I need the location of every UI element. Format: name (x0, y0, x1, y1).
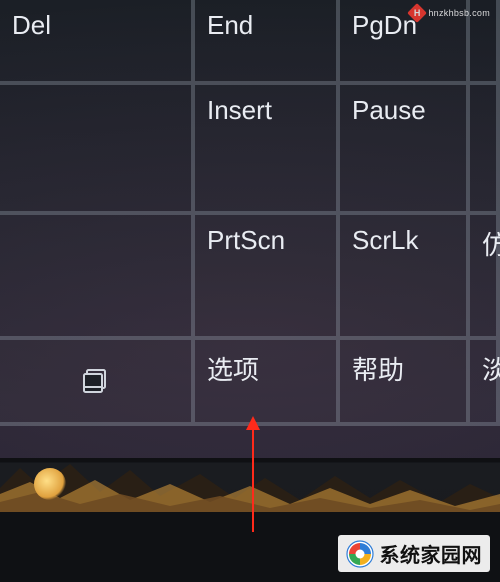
key-blank-r1c0[interactable] (0, 85, 195, 215)
watermark-top: H hnzkhbsb.com (410, 6, 490, 20)
key-end[interactable]: End (195, 0, 340, 85)
key-label: PrtScn (207, 225, 285, 256)
key-label: PgDn (352, 10, 417, 41)
key-sliver-r3[interactable]: 淡 (470, 340, 500, 426)
watermark-bottom: 系统家园网 (338, 535, 491, 572)
key-label: ScrLk (352, 225, 418, 256)
key-label: 帮助 (352, 350, 404, 387)
dock-icon (12, 350, 179, 412)
key-insert[interactable]: Insert (195, 85, 340, 215)
on-screen-keyboard: Del End PgDn Insert Pause PrtScn (0, 0, 500, 460)
key-label: Insert (207, 95, 272, 126)
key-dock[interactable] (0, 340, 195, 426)
key-prtscn[interactable]: PrtScn (195, 215, 340, 340)
key-label: Pause (352, 95, 426, 126)
key-scrlk[interactable]: ScrLk (340, 215, 470, 340)
key-del[interactable]: Del (0, 0, 195, 85)
key-label: Del (12, 10, 51, 41)
desktop-background-strip (0, 458, 500, 516)
key-blank-r2c0[interactable] (0, 215, 195, 340)
watermark-top-badge-icon: H (407, 3, 427, 23)
key-sliver-r2[interactable]: 仿 (470, 215, 500, 340)
key-help[interactable]: 帮助 (340, 340, 470, 426)
key-label: 选项 (207, 350, 259, 387)
key-label: 淡 (482, 350, 500, 387)
key-label: End (207, 10, 253, 41)
key-sliver-r1[interactable] (470, 85, 500, 215)
watermark-bottom-text: 系统家园网 (380, 539, 483, 568)
mountain-silhouette (0, 458, 500, 516)
sun-glow (34, 468, 66, 500)
watermark-top-text: hnzkhbsb.com (428, 8, 490, 18)
key-label: 仿 (482, 225, 500, 262)
key-pause[interactable]: Pause (340, 85, 470, 215)
watermark-logo-icon (346, 540, 374, 568)
key-options[interactable]: 选项 (195, 340, 340, 426)
